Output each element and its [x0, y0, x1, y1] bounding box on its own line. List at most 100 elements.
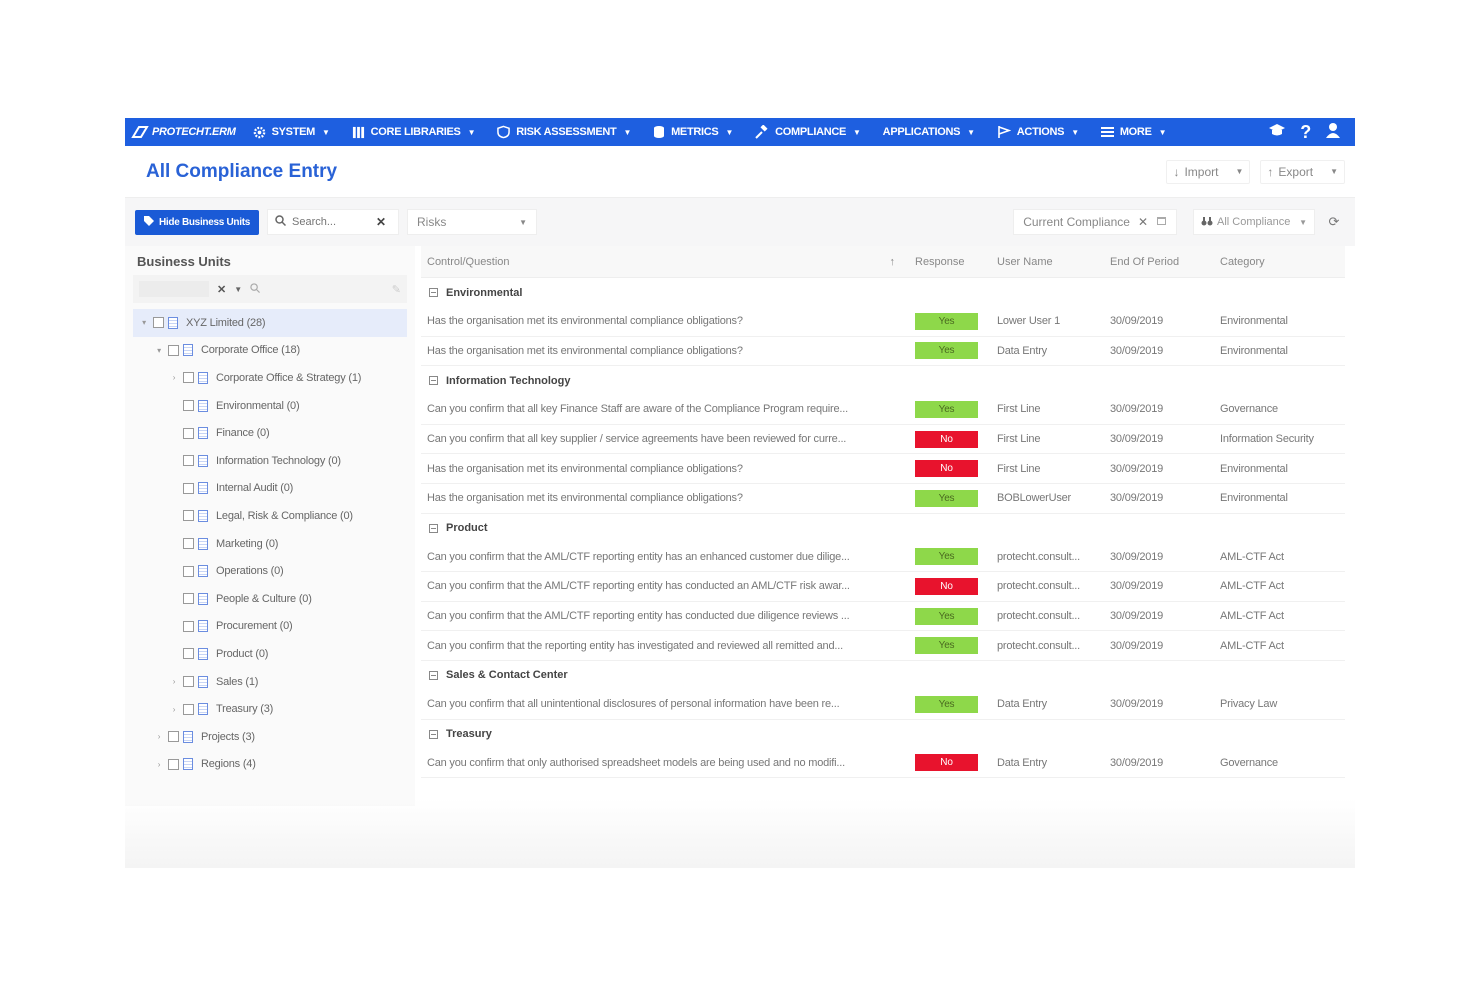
tree-node[interactable]: Marketing (0) — [133, 530, 407, 558]
building-icon — [198, 592, 208, 605]
sort-asc-icon[interactable]: ↑ — [890, 256, 896, 268]
collapse-icon[interactable] — [429, 288, 438, 297]
nav-core-libraries[interactable]: CORE LIBRARIES ▼ — [341, 118, 487, 146]
table-row[interactable]: Has the organisation met its environment… — [421, 454, 1345, 484]
group-row[interactable]: Sales & Contact Center — [421, 661, 1345, 690]
tree-checkbox[interactable] — [183, 482, 194, 494]
chevron-right-icon[interactable]: › — [167, 677, 181, 686]
tree-node[interactable]: People & Culture (0) — [133, 585, 407, 613]
tree-node[interactable]: Finance (0) — [133, 419, 407, 447]
group-row[interactable]: Treasury — [421, 720, 1345, 749]
tree-checkbox[interactable] — [168, 344, 179, 356]
tree-node[interactable]: › Sales (1) — [133, 668, 407, 696]
table-row[interactable]: Can you confirm that the AML/CTF reporti… — [421, 543, 1345, 573]
help-icon[interactable]: ? — [1300, 122, 1311, 143]
table-row[interactable]: Can you confirm that the AML/CTF reporti… — [421, 572, 1345, 602]
chevron-right-icon[interactable]: › — [167, 705, 181, 714]
chevron-down-icon[interactable]: ▾ — [152, 346, 166, 355]
tree-node[interactable]: Environmental (0) — [133, 392, 407, 420]
table-row[interactable]: Has the organisation met its environment… — [421, 337, 1345, 367]
tree-checkbox[interactable] — [183, 703, 194, 715]
tree-checkbox[interactable] — [183, 593, 194, 605]
tree-checkbox[interactable] — [183, 620, 194, 632]
nav-actions[interactable]: ACTIONS ▼ — [986, 118, 1090, 146]
brand-logo[interactable]: PROTECHT.ERM — [125, 125, 242, 139]
collapse-icon[interactable] — [429, 523, 438, 533]
user-icon[interactable] — [1325, 122, 1341, 143]
tree-checkbox[interactable] — [183, 648, 194, 660]
group-row[interactable]: Information Technology — [421, 366, 1345, 395]
tree-node-label: People & Culture (0) — [216, 592, 312, 605]
graduation-cap-icon[interactable] — [1268, 123, 1286, 142]
tree-checkbox[interactable] — [168, 731, 179, 743]
nav-compliance[interactable]: COMPLIANCE ▼ — [744, 118, 872, 146]
tree-checkbox[interactable] — [183, 565, 194, 577]
tree-node[interactable]: › Regions (4) — [133, 751, 407, 779]
remove-filter-icon[interactable]: ✕ — [1138, 215, 1148, 229]
nav-metrics[interactable]: METRICS ▼ — [642, 118, 744, 146]
table-row[interactable]: Can you confirm that all unintentional d… — [421, 690, 1345, 720]
search-icon[interactable] — [250, 282, 261, 296]
table-row[interactable]: Can you confirm that all key Finance Sta… — [421, 395, 1345, 425]
page-title: All Compliance Entry — [146, 160, 338, 182]
import-button[interactable]: ↓ Import ▼ — [1166, 159, 1251, 184]
pin-icon[interactable]: ✎ — [392, 283, 401, 296]
calendar-icon[interactable] — [1156, 215, 1167, 229]
table-row[interactable]: Can you confirm that the AML/CTF reporti… — [421, 602, 1345, 632]
tree-checkbox[interactable] — [183, 538, 194, 550]
column-header-user-name[interactable]: User Name — [991, 256, 1104, 268]
table-row[interactable]: Can you confirm that all key supplier / … — [421, 425, 1345, 455]
view-select[interactable]: All Compliance ▼ — [1193, 209, 1315, 235]
tree-checkbox[interactable] — [183, 510, 194, 522]
column-header-response[interactable]: Response — [911, 256, 991, 268]
nav-risk-assessment[interactable]: RISK ASSESSMENT ▼ — [486, 118, 642, 146]
tree-node[interactable]: Product (0) — [133, 640, 407, 668]
tree-node[interactable]: Operations (0) — [133, 557, 407, 585]
tree-checkbox[interactable] — [153, 317, 164, 329]
refresh-icon[interactable]: ⟳ — [1323, 214, 1345, 230]
tree-node[interactable]: › Projects (3) — [133, 723, 407, 751]
chevron-down-icon[interactable]: ▼ — [234, 285, 242, 294]
tree-checkbox[interactable] — [183, 676, 194, 688]
tree-node[interactable]: Procurement (0) — [133, 613, 407, 641]
tree-node[interactable]: ▾ Corporate Office (18) — [133, 337, 407, 365]
collapse-icon[interactable] — [429, 729, 438, 739]
collapse-icon[interactable] — [429, 670, 438, 680]
group-row[interactable]: Environmental — [421, 278, 1345, 307]
hide-business-units-button[interactable]: Hide Business Units — [135, 209, 259, 235]
collapse-icon[interactable] — [429, 376, 438, 386]
tree-checkbox[interactable] — [183, 455, 194, 467]
table-row[interactable]: Can you confirm that only authorised spr… — [421, 749, 1345, 779]
chevron-right-icon[interactable]: › — [152, 760, 166, 769]
nav-applications[interactable]: APPLICATIONS ▼ — [872, 118, 986, 146]
nav-system[interactable]: SYSTEM ▼ — [242, 118, 341, 146]
clear-icon[interactable]: ✕ — [217, 283, 226, 296]
tree-checkbox[interactable] — [168, 758, 179, 770]
tree-node[interactable]: › Corporate Office & Strategy (1) — [133, 364, 407, 392]
current-compliance-filter[interactable]: Current Compliance ✕ — [1013, 209, 1177, 235]
table-row[interactable]: Has the organisation met its environment… — [421, 307, 1345, 337]
column-header-question[interactable]: Control/Question ↑ — [421, 256, 911, 268]
clear-search-icon[interactable]: ✕ — [376, 215, 386, 229]
chevron-down-icon[interactable]: ▾ — [137, 318, 151, 327]
column-header-end-of-period[interactable]: End Of Period — [1104, 256, 1214, 268]
table-row[interactable]: Can you confirm that the reporting entit… — [421, 631, 1345, 661]
column-header-category[interactable]: Category — [1214, 256, 1345, 268]
tree-node[interactable]: Legal, Risk & Compliance (0) — [133, 502, 407, 530]
tree-checkbox[interactable] — [183, 400, 194, 412]
table-row[interactable]: Has the organisation met its environment… — [421, 484, 1345, 514]
chevron-right-icon[interactable]: › — [167, 373, 181, 382]
tree-node[interactable]: Internal Audit (0) — [133, 475, 407, 503]
tree-checkbox[interactable] — [183, 427, 194, 439]
nav-more[interactable]: MORE ▼ — [1090, 118, 1177, 146]
tree-node[interactable]: › Treasury (3) — [133, 695, 407, 723]
tree-checkbox[interactable] — [183, 372, 194, 384]
group-row[interactable]: Product — [421, 514, 1345, 543]
tree-search-input[interactable] — [139, 281, 209, 297]
chevron-right-icon[interactable]: › — [152, 732, 166, 741]
risks-select[interactable]: Risks ▼ — [407, 209, 537, 235]
search-input[interactable] — [292, 216, 370, 228]
export-button[interactable]: ↑ Export ▼ — [1260, 159, 1345, 184]
tree-node[interactable]: ▾ XYZ Limited (28) — [133, 309, 407, 337]
tree-node[interactable]: Information Technology (0) — [133, 447, 407, 475]
